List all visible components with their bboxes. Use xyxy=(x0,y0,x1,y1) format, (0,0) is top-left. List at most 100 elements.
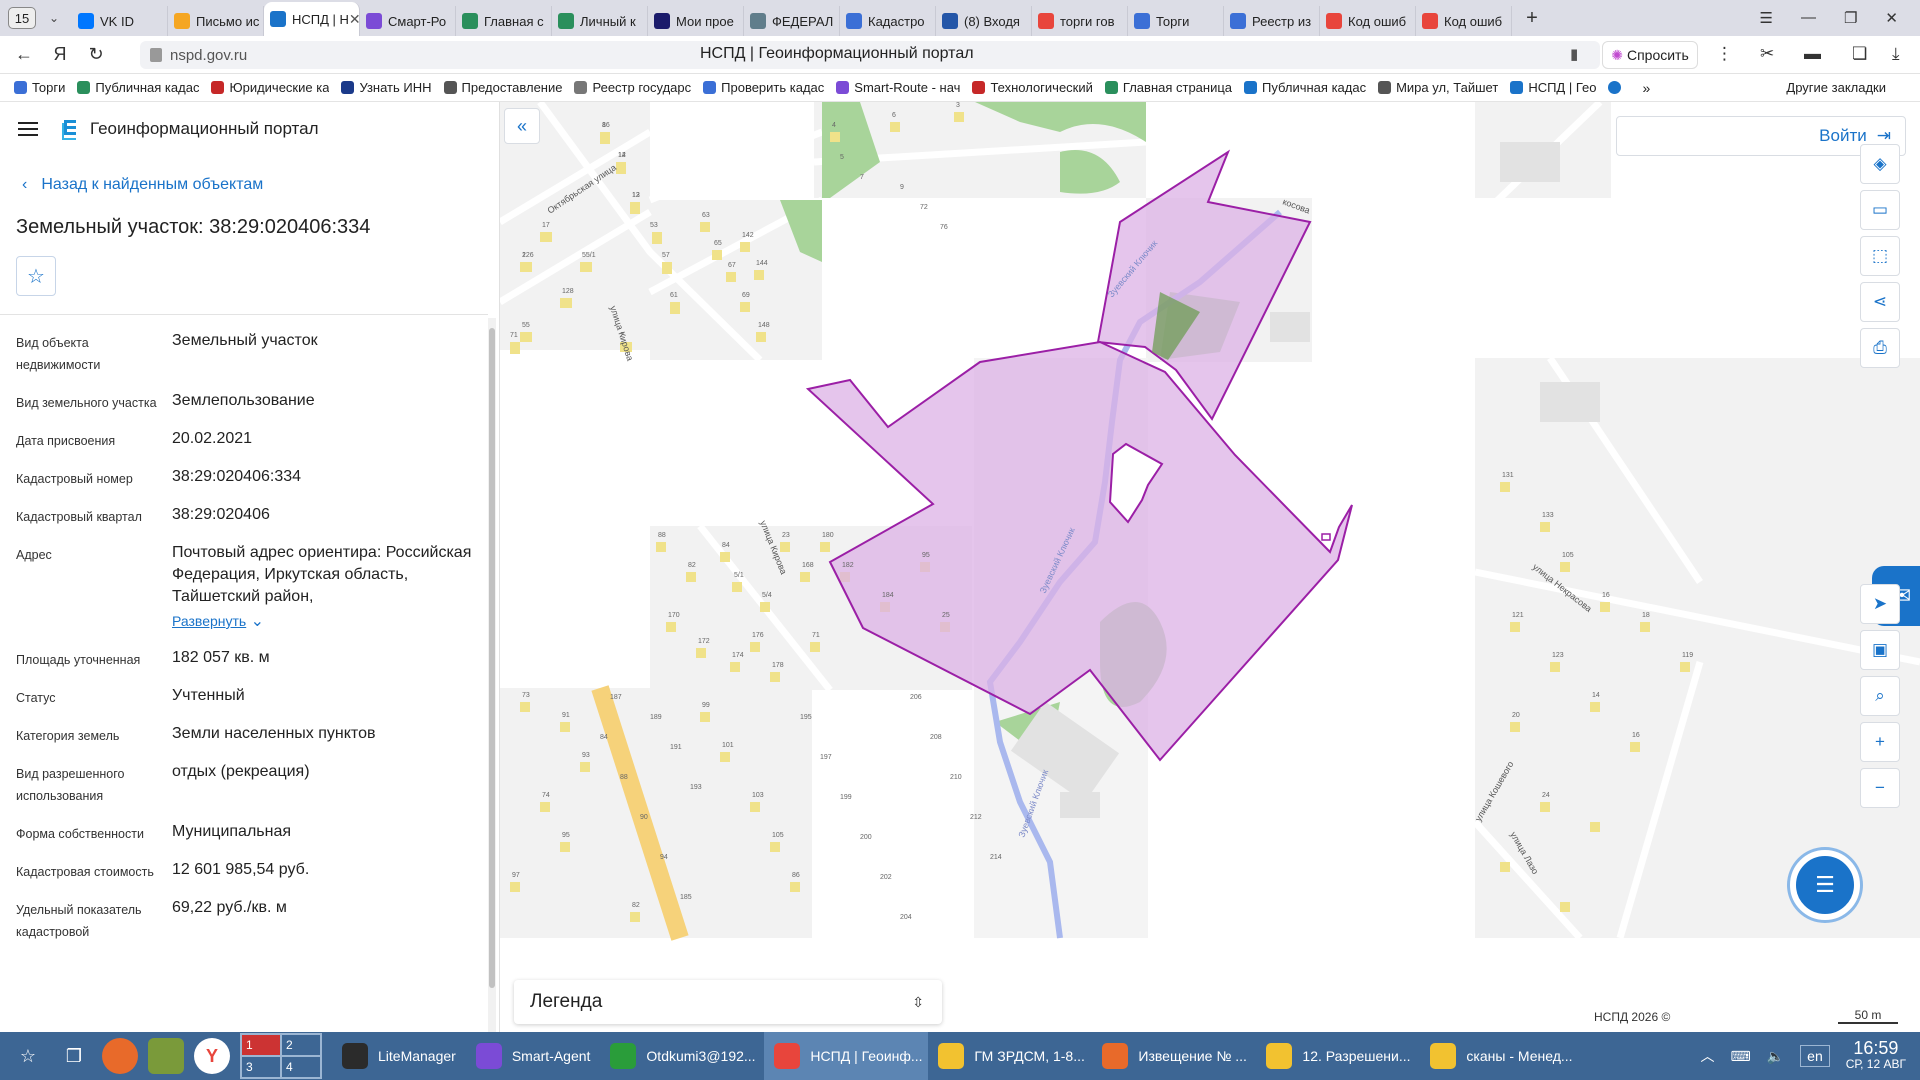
browser-tab[interactable]: (8) Входя xyxy=(936,6,1032,36)
taskbar-app[interactable]: НСПД | Геоинф... xyxy=(764,1032,929,1080)
restore-icon[interactable]: ❐ xyxy=(1844,9,1857,27)
workspace-3[interactable]: 3 xyxy=(241,1056,281,1078)
legend-panel[interactable]: Легенда ⇳ xyxy=(514,980,942,1024)
browser-tab[interactable]: VK ID xyxy=(72,6,168,36)
workspace-2[interactable]: 2 xyxy=(281,1034,321,1056)
tab-count-button[interactable]: 15 xyxy=(8,7,36,29)
taskbar-app[interactable]: ГМ ЗРДСМ, 1-8... xyxy=(928,1032,1092,1080)
browser-tab[interactable]: Письмо ис xyxy=(168,6,264,36)
browser-tab[interactable]: Личный к xyxy=(552,6,648,36)
favorite-star-button[interactable]: ☆ xyxy=(16,256,56,296)
taskbar-app[interactable]: LiteManager xyxy=(332,1032,466,1080)
more-vertical-icon[interactable]: ⋮ xyxy=(1716,44,1733,64)
select-area-button[interactable]: ⬚ xyxy=(1860,236,1900,276)
vpn-icon[interactable]: ▬ xyxy=(1804,44,1821,64)
reload-icon[interactable]: ↻ xyxy=(78,44,114,65)
clock[interactable]: 16:59 СР, 12 АВГ xyxy=(1846,1039,1906,1072)
bookmark-flag-icon[interactable]: ▮ xyxy=(1570,45,1578,63)
workspace-pager[interactable]: 1 2 3 4 xyxy=(240,1033,322,1079)
volume-warning-icon[interactable]: 🔈 xyxy=(1767,1048,1784,1065)
share-button[interactable]: ⋖ xyxy=(1860,282,1900,322)
print-button[interactable]: ⎙ xyxy=(1860,328,1900,368)
ruler-button[interactable]: ▭ xyxy=(1860,190,1900,230)
browser-tab[interactable]: Кадастро xyxy=(840,6,936,36)
taskbar-app[interactable]: Otdkumi3@192... xyxy=(600,1032,764,1080)
attribute-value: 38:29:020406 xyxy=(172,506,270,523)
taskbar-app[interactable]: сканы - Менед... xyxy=(1420,1032,1582,1080)
expand-address-link[interactable]: Развернуть xyxy=(172,610,246,632)
bookmark-item[interactable]: Предоставление xyxy=(443,80,562,95)
browser-tab[interactable]: Код ошиб xyxy=(1416,6,1512,36)
more-bookmarks-icon[interactable]: » xyxy=(1642,80,1650,96)
zoom-out-button[interactable]: − xyxy=(1860,768,1900,808)
panel-scrollbar[interactable] xyxy=(488,318,496,1032)
extension-icon[interactable]: ✂ xyxy=(1760,44,1774,64)
browser-tab[interactable]: НСПД | Н ✕ xyxy=(264,2,360,36)
attribute-key: Кадастровый номер xyxy=(16,472,133,486)
taskbar-app[interactable]: Smart-Agent xyxy=(466,1032,601,1080)
taskbar-app[interactable]: 12. Разрешени... xyxy=(1256,1032,1420,1080)
bookmark-item[interactable]: Главная страница xyxy=(1104,80,1232,95)
bookmark-item[interactable]: Торги xyxy=(14,80,65,95)
minimap-button[interactable]: ▣ xyxy=(1860,630,1900,670)
close-tab-icon[interactable]: ✕ xyxy=(349,11,359,28)
attribute-key: Форма собственности xyxy=(16,827,144,841)
map-view[interactable]: Октябрьская улица улица Кирова улица Кир… xyxy=(500,102,1920,1032)
attribute-key: Вид разрешенного использования xyxy=(16,767,125,803)
yandex-browser-icon[interactable]: Y xyxy=(194,1038,230,1074)
browser-tab[interactable]: Мои прое xyxy=(648,6,744,36)
chat-support-button[interactable]: ☰ xyxy=(1790,850,1860,920)
bookmark-item[interactable]: Мира ул, Тайшет xyxy=(1378,80,1498,95)
house-number: 71 xyxy=(812,632,820,639)
bookmark-item[interactable]: Smart-Route - нач xyxy=(836,80,960,95)
bookmark-item[interactable]: Реестр государс xyxy=(574,80,691,95)
browser-tab[interactable]: Реестр из xyxy=(1224,6,1320,36)
tray-expand-icon[interactable]: ︿ xyxy=(1701,1046,1715,1066)
back-arrow-icon[interactable]: ← xyxy=(6,44,42,65)
bookmark-item[interactable]: Публичная кадас xyxy=(1244,80,1366,95)
zoom-in-button[interactable]: + xyxy=(1860,722,1900,762)
start-star-icon[interactable]: ☆ xyxy=(10,1038,46,1074)
chevron-down-icon[interactable]: ⌄ xyxy=(246,613,264,630)
bookmark-star-icon[interactable] xyxy=(1608,81,1626,94)
browser-tab[interactable]: Код ошиб xyxy=(1320,6,1416,36)
house-number: 199 xyxy=(840,794,852,801)
bookmark-item[interactable]: НСПД | Гео xyxy=(1510,80,1596,95)
layers-button[interactable]: ◈ xyxy=(1860,144,1900,184)
tab-list-chevron-icon[interactable]: ⌄ xyxy=(42,11,66,25)
hamburger-menu-icon[interactable] xyxy=(18,122,38,136)
collapse-panel-button[interactable]: « xyxy=(504,108,540,144)
browser-tab[interactable]: Главная с xyxy=(456,6,552,36)
bookmark-item[interactable]: Проверить кадас xyxy=(703,80,824,95)
browser-tab[interactable]: ФЕДЕРАЛ xyxy=(744,6,840,36)
battery-app-icon[interactable] xyxy=(148,1038,184,1074)
browser-tab[interactable]: Торги xyxy=(1128,6,1224,36)
firefox-icon[interactable] xyxy=(102,1038,138,1074)
bookmark-item[interactable]: Технологический xyxy=(972,80,1093,95)
minimize-icon[interactable]: — xyxy=(1801,9,1816,27)
yandex-logo-icon[interactable]: Я xyxy=(42,44,78,65)
scrollbar-thumb[interactable] xyxy=(489,328,495,988)
menu-icon[interactable]: ☰ xyxy=(1760,9,1773,27)
search-location-button[interactable]: ⌕ xyxy=(1860,676,1900,716)
other-bookmarks[interactable]: Другие закладки xyxy=(1786,80,1886,95)
back-to-results-link[interactable]: ‹ Назад к найденным объектам xyxy=(22,176,263,194)
windows-icon[interactable]: ❐ xyxy=(56,1038,92,1074)
app-label: 12. Разрешени... xyxy=(1302,1048,1411,1064)
geolocation-button[interactable]: ➤ xyxy=(1860,584,1900,624)
new-tab-button[interactable]: + xyxy=(1518,4,1546,32)
close-window-icon[interactable]: ✕ xyxy=(1885,9,1898,27)
ask-button[interactable]: ✺ Спросить xyxy=(1602,41,1698,69)
keyboard-language[interactable]: en xyxy=(1800,1045,1830,1067)
workspace-4[interactable]: 4 xyxy=(281,1056,321,1078)
bookmark-item[interactable]: Юридические ка xyxy=(211,80,329,95)
taskbar-app[interactable]: Извещение № ... xyxy=(1092,1032,1256,1080)
browser-tab[interactable]: торги гов xyxy=(1032,6,1128,36)
bookmark-item[interactable]: Узнать ИНН xyxy=(341,80,432,95)
bookmark-item[interactable]: Публичная кадас xyxy=(77,80,199,95)
collections-icon[interactable]: ❏ xyxy=(1852,44,1867,64)
downloads-icon[interactable]: ⤓ xyxy=(1892,44,1900,64)
usb-icon[interactable]: ⌨ xyxy=(1731,1048,1751,1065)
workspace-1[interactable]: 1 xyxy=(241,1034,281,1056)
browser-tab[interactable]: Смарт-Ро xyxy=(360,6,456,36)
